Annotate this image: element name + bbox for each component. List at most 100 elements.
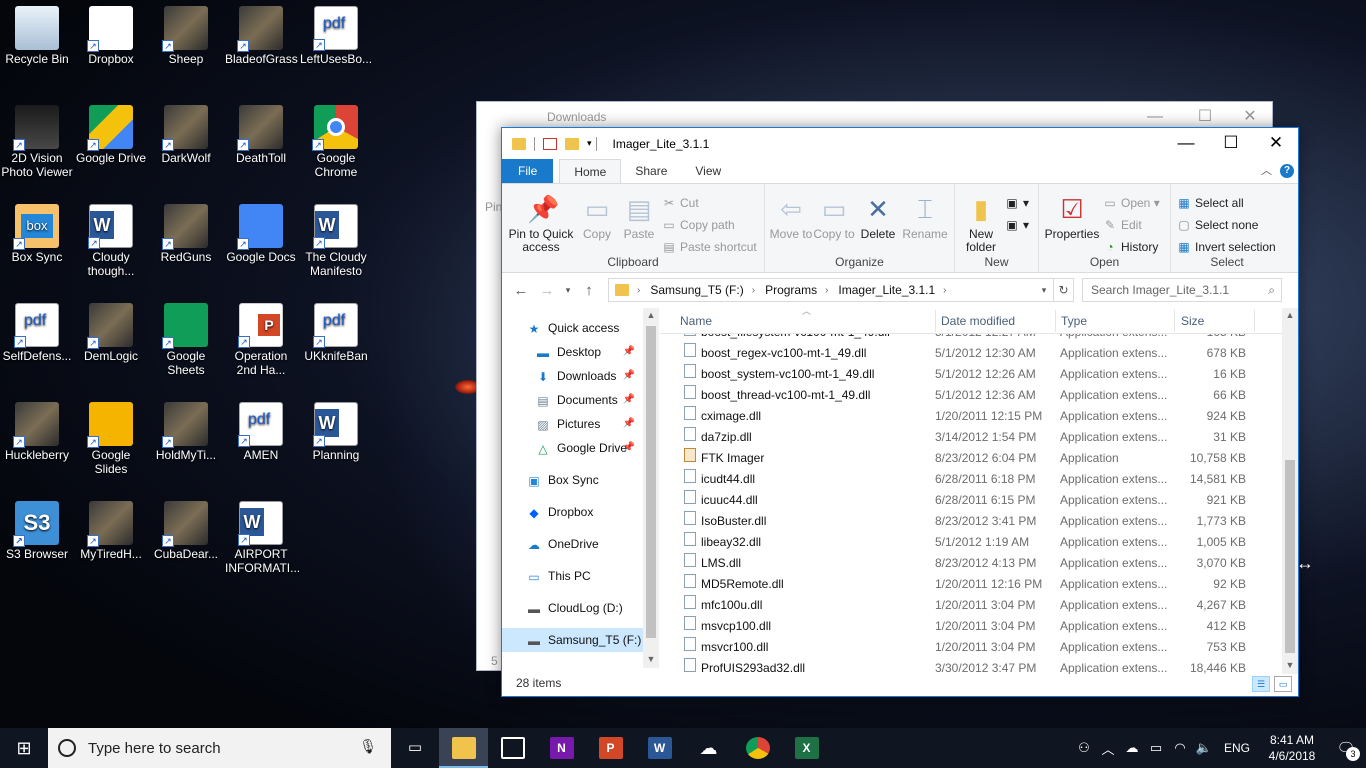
scroll-up-icon[interactable]: ▲ (643, 310, 659, 320)
people-icon[interactable]: ⚇ (1072, 740, 1096, 756)
column-divider[interactable] (1174, 310, 1175, 332)
desktop-icon-google-drive[interactable]: ↗ Google Drive (74, 99, 148, 195)
file-row[interactable]: boost_system-vc100-mt-1_49.dll 5/1/2012 1… (660, 364, 1282, 385)
nav-item-documents[interactable]: ▤ Documents 📌 (502, 388, 643, 412)
search-input[interactable]: Search Imager_Lite_3.1.1 ⌕ (1082, 278, 1282, 302)
task-view-button[interactable]: ▭ (391, 728, 439, 768)
column-date-modified[interactable]: Date modified (941, 314, 1015, 328)
taskbar-word-button[interactable]: W (635, 728, 684, 768)
explorer-window[interactable]: ▾ Imager_Lite_3.1.1 — ☐ ✕ File Home Shar… (501, 127, 1299, 697)
column-size[interactable]: Size (1181, 314, 1204, 328)
file-row[interactable]: msvcp100.dll 1/20/2011 3:04 PM Application… (660, 616, 1282, 637)
desktop-icon-recycle-bin[interactable]: Recycle Bin (0, 0, 74, 96)
address-dropdown-icon[interactable]: ▾ (1035, 279, 1053, 301)
desktop-icon-airport-informati[interactable]: W ↗ AIRPORT INFORMATI... (224, 495, 300, 591)
desktop-icon-the-cloudy-manifesto[interactable]: W ↗ The Cloudy Manifesto (299, 198, 373, 294)
nav-item-samsung-t5-f[interactable]: ▬ Samsung_T5 (F:) (502, 628, 643, 652)
file-row[interactable]: LMS.dll 8/23/2012 4:13 PM Application exte… (660, 553, 1282, 574)
file-row[interactable]: FTK Imager 8/23/2012 6:04 PM Application 10… (660, 448, 1282, 469)
nav-item-box-sync[interactable]: ▣ Box Sync (502, 468, 643, 492)
up-arrow-icon[interactable]: ↑ (576, 282, 602, 299)
desktop-icon-2d-vision-photo-viewer[interactable]: ↗ 2D Vision Photo Viewer (0, 99, 74, 195)
file-row[interactable]: icuuc44.dll 6/28/2011 6:15 PM Application … (660, 490, 1282, 511)
select-all-button[interactable]: ▦ Select all (1175, 192, 1276, 214)
tab-home[interactable]: Home (559, 159, 622, 183)
file-row[interactable]: mfc100u.dll 1/20/2011 3:04 PM Application … (660, 595, 1282, 616)
desktop-icon-selfdefens[interactable]: pdf ↗ SelfDefens... (0, 297, 74, 393)
column-divider[interactable] (1254, 310, 1255, 332)
desktop-icon-darkwolf[interactable]: ↗ DarkWolf (149, 99, 223, 195)
copy-path-button[interactable]: ▭ Copy path (660, 214, 757, 236)
nav-item-this-pc[interactable]: ▭ This PC (502, 564, 643, 588)
desktop-icon-s3-browser[interactable]: S3 ↗ S3 Browser (0, 495, 74, 591)
nav-item-downloads[interactable]: ⬇ Downloads 📌 (502, 364, 643, 388)
file-row[interactable]: libeay32.dll 5/1/2012 1:19 AM Application … (660, 532, 1282, 553)
desktop-icon-google-slides[interactable]: ↗ Google Slides (74, 396, 148, 492)
desktop-icon-demlogic[interactable]: ↗ DemLogic (74, 297, 148, 393)
taskbar-onenote-button[interactable]: N (537, 728, 586, 768)
large-icons-view-icon[interactable]: ▭ (1274, 676, 1292, 692)
navigation-scrollbar-thumb[interactable] (646, 326, 656, 638)
details-view-icon[interactable]: ☰ (1252, 676, 1270, 692)
file-row[interactable]: icudt44.dll 6/28/2011 6:18 PM Application … (660, 469, 1282, 490)
breadcrumb-separator-icon[interactable]: › (943, 285, 946, 296)
scroll-down-icon[interactable]: ▼ (1282, 660, 1298, 670)
address-bar[interactable]: › Samsung_T5 (F:) › Programs › Imager_Li… (608, 278, 1054, 302)
desktop-icon-deathtoll[interactable]: ↗ DeathToll (224, 99, 298, 195)
file-list-scrollbar[interactable]: ▲ ▼ (1282, 308, 1298, 674)
desktop-icon-cubadear[interactable]: ↗ CubaDear... (149, 495, 223, 591)
column-divider[interactable] (935, 310, 936, 332)
file-row[interactable]: boost_regex-vc100-mt-1_49.dll 5/1/2012 12… (660, 343, 1282, 364)
breadcrumb-separator-icon[interactable]: › (825, 285, 828, 296)
file-list-scrollbar-thumb[interactable] (1285, 460, 1295, 653)
taskbar-store-button[interactable] (488, 728, 537, 768)
volume-icon[interactable]: 🔈 (1192, 740, 1216, 756)
desktop-icon-leftusesbo[interactable]: pdf ↗ LeftUsesBo... (299, 0, 373, 96)
language-indicator[interactable]: ENG (1216, 741, 1258, 755)
show-hidden-icons-icon[interactable]: ︿ (1096, 739, 1120, 758)
desktop-icon-sheep[interactable]: ↗ Sheep (149, 0, 223, 96)
desktop-icon-cloudy-though[interactable]: W ↗ Cloudy though... (74, 198, 148, 294)
taskbar-powerpoint-button[interactable]: P (586, 728, 635, 768)
file-row[interactable]: boost_filesystem-vc100-mt-1_49.dll 5/1/20… (660, 334, 1282, 343)
microphone-icon[interactable]: 🎙 (359, 738, 377, 755)
tab-share[interactable]: Share (621, 159, 681, 183)
breadcrumb-current-folder[interactable]: Imager_Lite_3.1.1 (838, 283, 935, 297)
breadcrumb-drive[interactable]: Samsung_T5 (F:) (650, 283, 743, 297)
forward-arrow-icon[interactable]: → (534, 282, 560, 299)
breadcrumb-programs[interactable]: Programs (765, 283, 817, 297)
nav-item-quick-access[interactable]: ★ Quick access (502, 316, 643, 340)
open-button[interactable]: ▭ Open ▾ (1101, 192, 1159, 214)
recent-locations-icon[interactable]: ▾ (560, 285, 576, 296)
new-item-button[interactable]: ▣ ▾ (1003, 192, 1029, 214)
onedrive-tray-icon[interactable]: ☁ (1120, 740, 1144, 756)
desktop-icon-mytiredh[interactable]: ↗ MyTiredH... (74, 495, 148, 591)
breadcrumb-separator-icon[interactable]: › (752, 285, 755, 296)
help-icon[interactable]: ? (1280, 164, 1294, 178)
desktop-icon-holdmyti[interactable]: ↗ HoldMyTi... (149, 396, 223, 492)
new-folder-quick-icon[interactable] (565, 137, 579, 150)
taskbar-onedrive-button[interactable]: ☁ (684, 728, 733, 768)
column-name[interactable]: Name (680, 314, 712, 328)
desktop-icon-operation-2nd-ha[interactable]: P ↗ Operation 2nd Ha... (224, 297, 298, 393)
file-row[interactable]: da7zip.dll 3/14/2012 1:54 PM Application e… (660, 427, 1282, 448)
start-button[interactable]: ⊞ (0, 728, 48, 768)
close-button[interactable]: ✕ (1253, 128, 1299, 158)
wifi-icon[interactable]: ◠ (1168, 740, 1192, 756)
desktop-icon-dropbox[interactable]: ↗ Dropbox (74, 0, 148, 96)
tab-view[interactable]: View (681, 159, 735, 183)
taskbar-excel-button[interactable]: X (782, 728, 831, 768)
desktop-icon-redguns[interactable]: ↗ RedGuns (149, 198, 223, 294)
desktop-icon-google-chrome[interactable]: ↗ Google Chrome (299, 99, 373, 195)
minimize-ribbon-icon[interactable]: ︿ (1261, 162, 1272, 178)
maximize-button[interactable]: ☐ (1208, 128, 1254, 158)
taskbar-file-explorer-button[interactable] (439, 728, 488, 768)
scroll-up-icon[interactable]: ▲ (1282, 310, 1298, 320)
nav-item-desktop[interactable]: ▬ Desktop 📌 (502, 340, 643, 364)
minimize-button[interactable]: — (1163, 128, 1209, 158)
file-row[interactable]: cximage.dll 1/20/2011 12:15 PM Application… (660, 406, 1282, 427)
nav-item-google-drive[interactable]: △ Google Drive 📌 (502, 436, 643, 460)
action-center-icon[interactable]: 🗨 3 (1326, 739, 1366, 761)
nav-item-dropbox[interactable]: ◆ Dropbox (502, 500, 643, 524)
file-row[interactable]: MD5Remote.dll 1/20/2011 12:16 PM Applicati… (660, 574, 1282, 595)
